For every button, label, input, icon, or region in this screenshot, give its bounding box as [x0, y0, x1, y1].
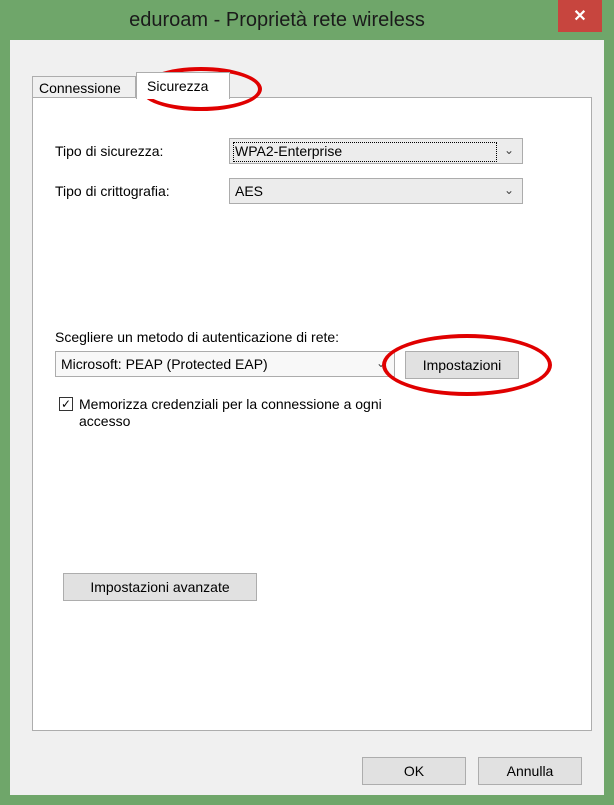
auth-method-value: Microsoft: PEAP (Protected EAP) [61, 356, 268, 372]
close-button[interactable]: ✕ [558, 0, 602, 32]
window-title: eduroam - Proprietà rete wireless [129, 8, 425, 31]
encryption-type-select[interactable]: AES ⌄ [229, 178, 523, 204]
remember-credentials-label-line1: Memorizza credenziali per la connessione… [79, 396, 382, 412]
security-type-value: WPA2-Enterprise [235, 143, 343, 159]
remember-credentials-label-line2: accesso [79, 413, 131, 429]
encryption-type-value: AES [235, 183, 264, 199]
security-type-label: Tipo di sicurezza: [55, 143, 164, 159]
tab-label: Connessione [39, 79, 121, 96]
tab-sicurezza[interactable]: Sicurezza [136, 72, 230, 99]
chevron-down-icon: ⌄ [503, 183, 514, 197]
checkmark-icon: ✓ [60, 397, 72, 411]
ok-button[interactable]: OK [362, 757, 466, 785]
remember-credentials-checkbox[interactable]: ✓ [59, 397, 73, 411]
chevron-down-icon: ⌄ [503, 143, 514, 157]
auth-settings-button[interactable]: Impostazioni [405, 351, 519, 379]
title-bar[interactable]: eduroam - Proprietà rete wireless ✕ [0, 0, 614, 40]
cancel-button[interactable]: Annulla [478, 757, 582, 785]
auth-method-label: Scegliere un metodo di autenticazione di… [55, 329, 340, 345]
security-tab-panel: Tipo di sicurezza: WPA2-Enterprise ⌄ Tip… [32, 97, 592, 731]
tab-label: Sicurezza [147, 78, 209, 94]
tab-connessione[interactable]: Connessione [32, 76, 136, 98]
advanced-settings-button[interactable]: Impostazioni avanzate [63, 573, 257, 601]
dialog-client-area: Connessione Sicurezza Tipo di sicurezza:… [10, 40, 604, 795]
chevron-down-icon: ⌄ [375, 356, 386, 370]
encryption-type-label: Tipo di crittografia: [55, 183, 170, 199]
auth-method-select[interactable]: Microsoft: PEAP (Protected EAP) ⌄ [55, 351, 395, 377]
close-icon: ✕ [573, 8, 587, 25]
dialog-window: eduroam - Proprietà rete wireless ✕ Conn… [0, 0, 614, 805]
remember-credentials-label: Memorizza credenziali per la connessione… [79, 396, 382, 430]
security-type-select[interactable]: WPA2-Enterprise ⌄ [229, 138, 523, 164]
